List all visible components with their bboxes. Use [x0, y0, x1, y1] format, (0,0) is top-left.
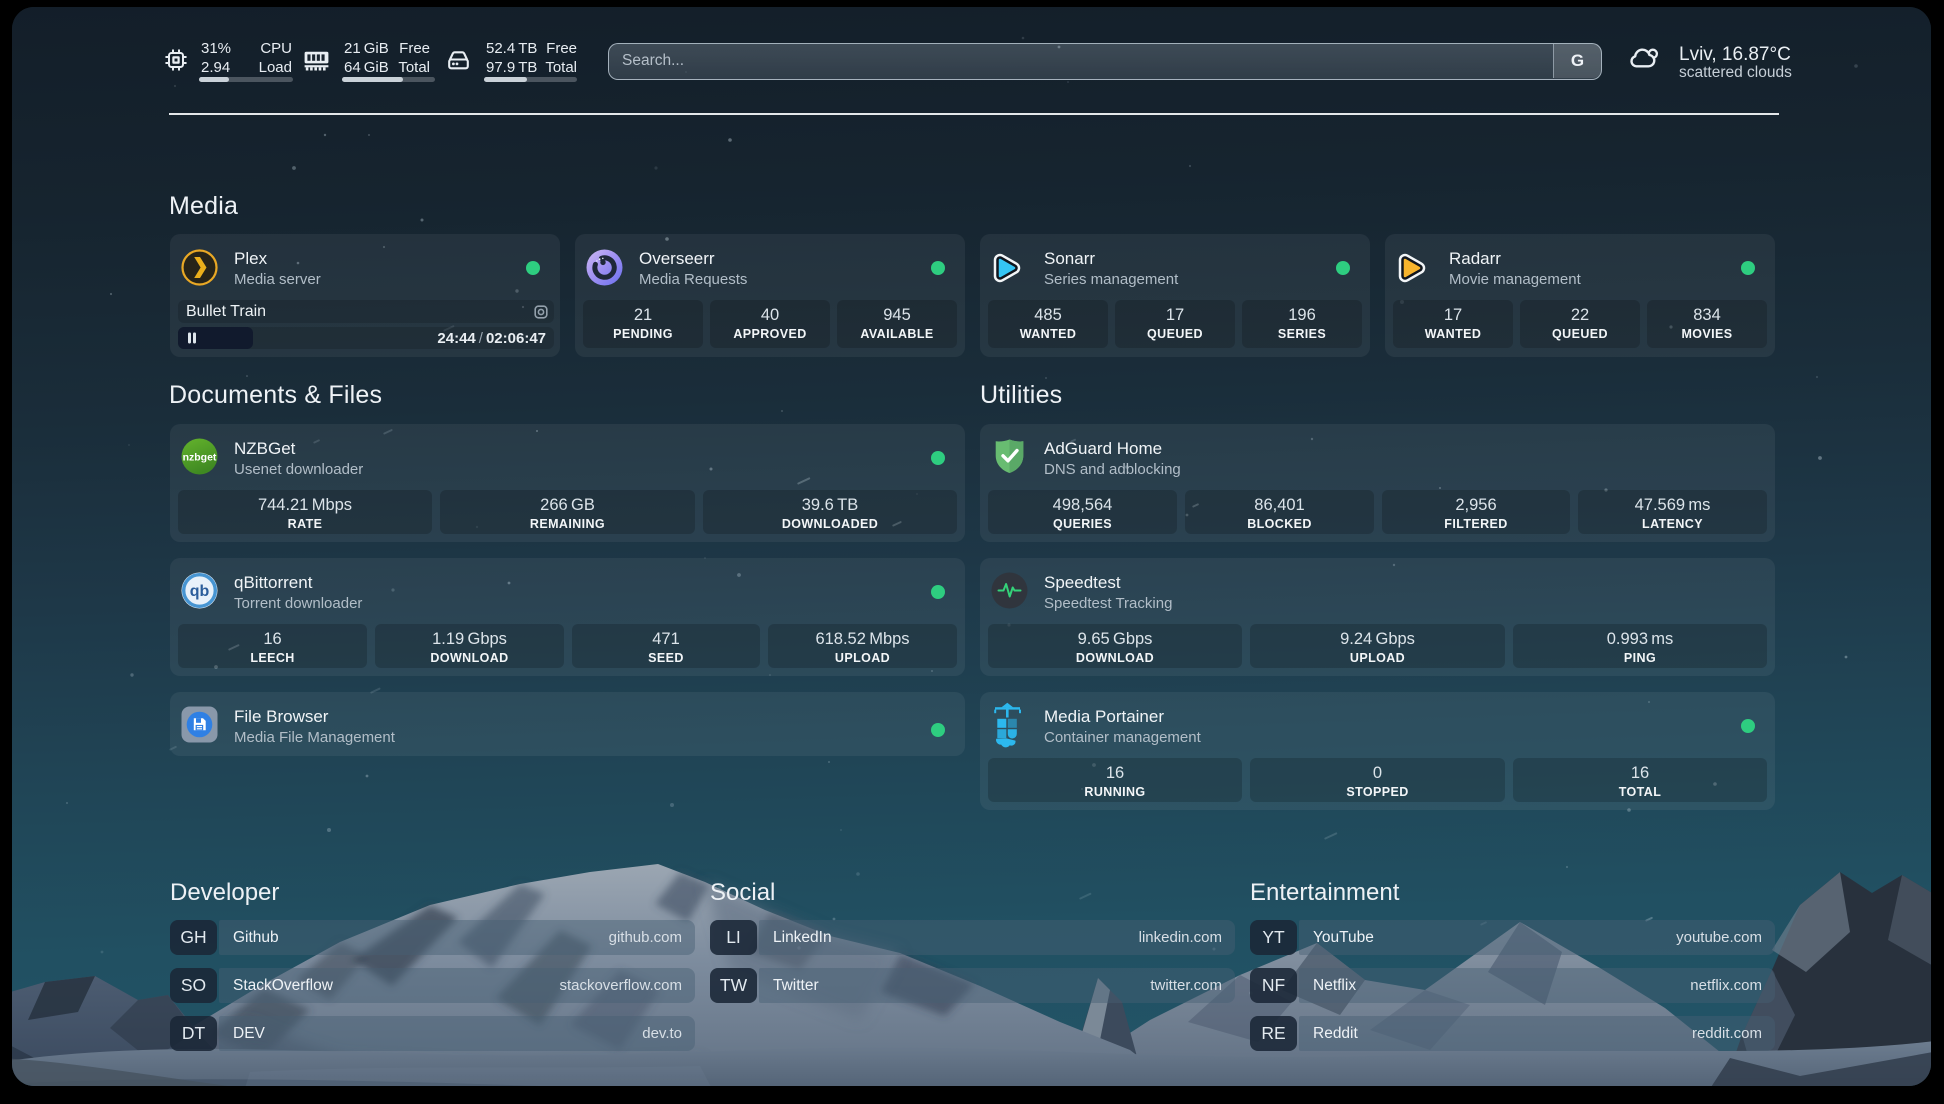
svg-text:qb: qb [190, 583, 210, 600]
svg-text:nzbget: nzbget [183, 452, 217, 464]
